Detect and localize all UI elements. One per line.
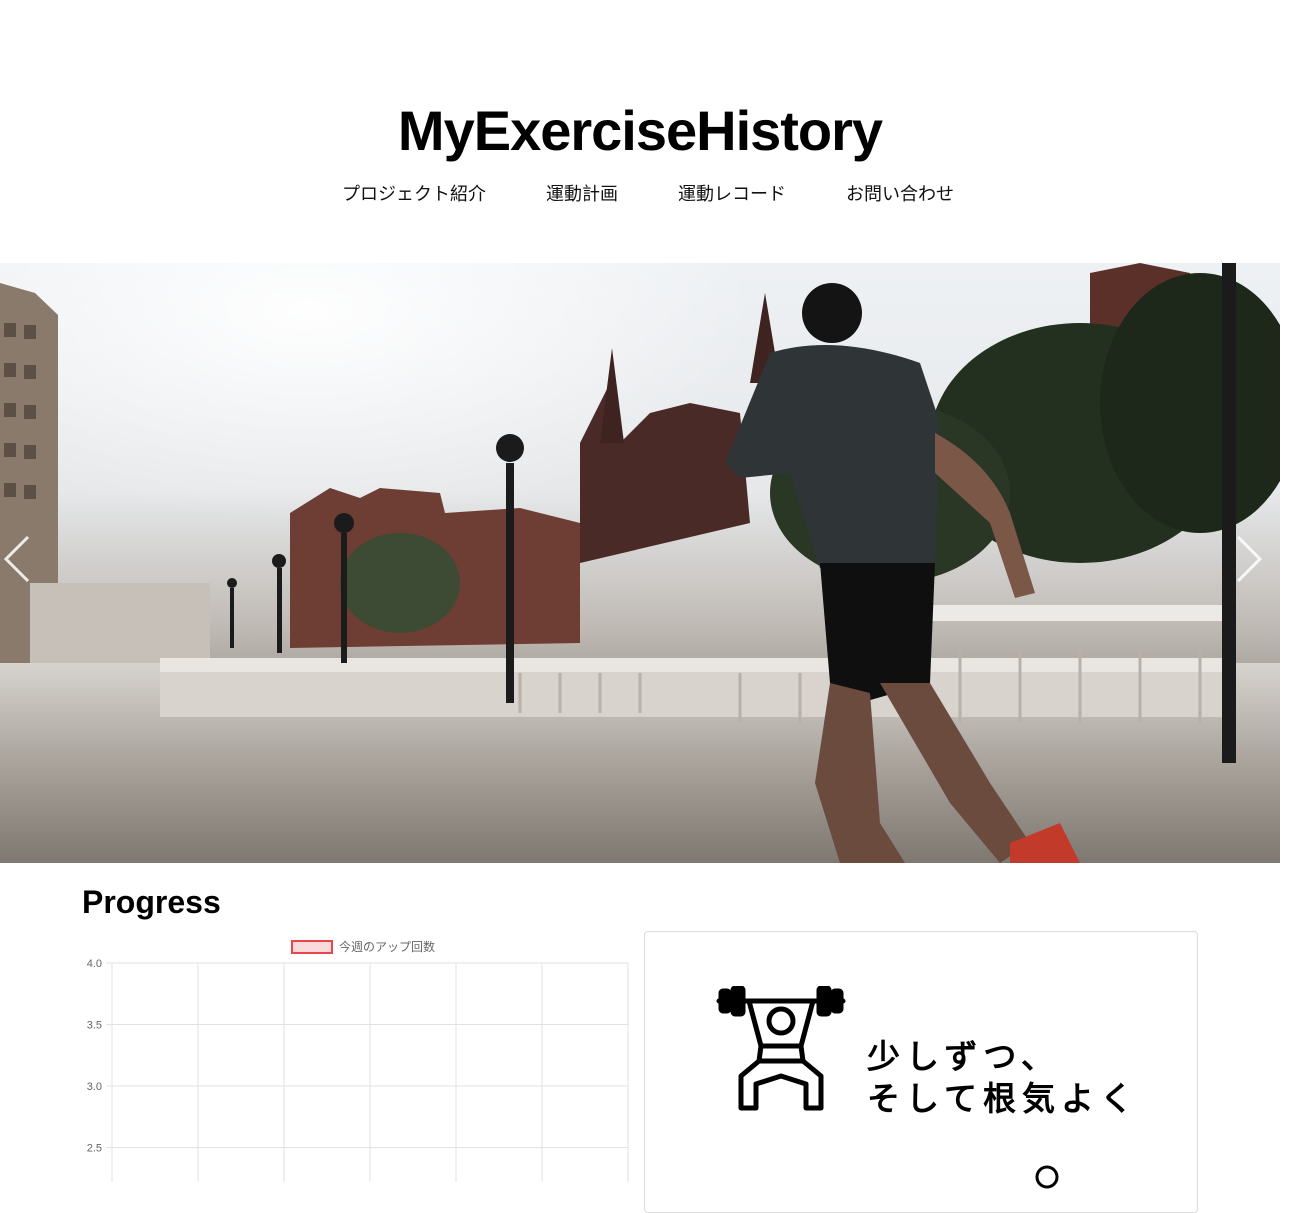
circle-decor-icon [1035, 1165, 1059, 1189]
carousel-next-button[interactable] [1234, 533, 1278, 593]
nav-item-contact[interactable]: お問い合わせ [846, 178, 954, 208]
nav-item-exercise-record[interactable]: 運動レコード [678, 178, 786, 208]
motivation-text: 少しずつ、 そして根気よく [867, 1037, 1140, 1118]
weightlifter-icon [716, 986, 846, 1111]
progress-title: Progress [82, 884, 221, 920]
legend-swatch [291, 940, 333, 954]
chevron-right-icon [1236, 535, 1263, 583]
site-title[interactable]: MyExerciseHistory [0, 98, 1280, 163]
y-tick-label: 3.5 [87, 1020, 102, 1032]
progress-chart: 4.0 3.5 3.0 2.5 今週のアップ回数 [78, 932, 638, 1182]
y-tick-label: 3.0 [87, 1081, 102, 1093]
chevron-left-icon [3, 535, 30, 583]
y-tick-label: 2.5 [87, 1143, 102, 1155]
nav-item-exercise-plan[interactable]: 運動計画 [546, 178, 618, 208]
chart-svg: 4.0 3.5 3.0 2.5 今週のアップ回数 [87, 939, 629, 1182]
carousel-prev-button[interactable] [2, 533, 46, 593]
hero-carousel [0, 263, 1280, 863]
y-tick-label: 4.0 [87, 958, 102, 970]
nav-item-project-intro[interactable]: プロジェクト紹介 [342, 178, 486, 208]
legend-label: 今週のアップ回数 [339, 939, 435, 954]
main-nav: プロジェクト紹介 運動計画 運動レコード お問い合わせ [0, 178, 1289, 208]
hero-image [0, 263, 1280, 863]
motivation-card: 少しずつ、 そして根気よく [644, 931, 1198, 1213]
